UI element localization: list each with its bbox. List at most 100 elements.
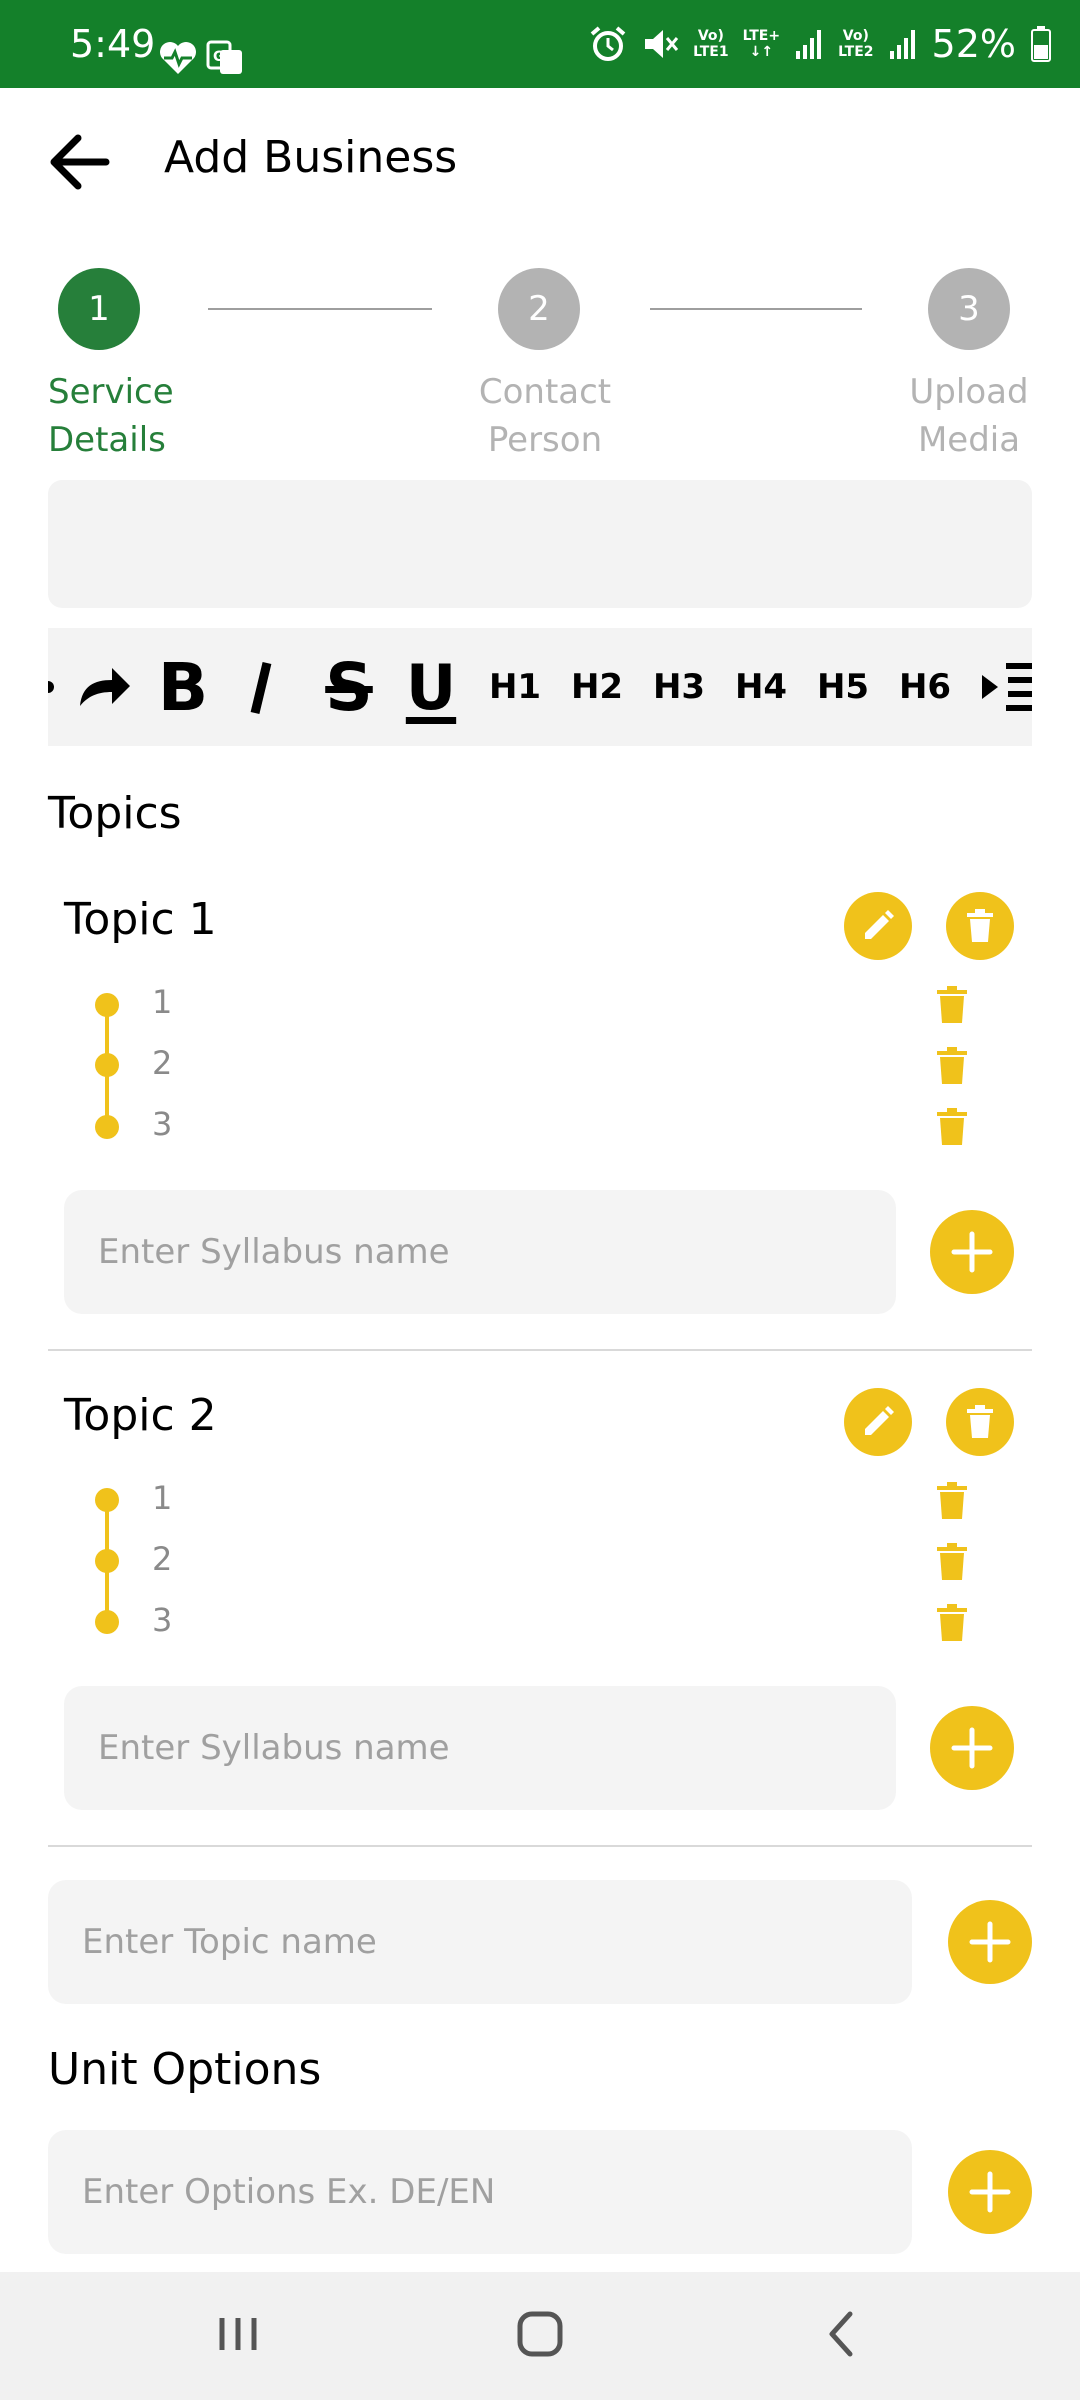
status-time: 5:49 xyxy=(70,22,156,66)
signal-icon xyxy=(889,30,915,59)
add-syllabus-button[interactable] xyxy=(930,1706,1014,1790)
italic-icon xyxy=(250,661,272,715)
step-3-circle[interactable]: 3 xyxy=(928,268,1010,350)
delete-syllabus-button[interactable] xyxy=(936,1543,968,1585)
description-editor[interactable] xyxy=(48,480,1032,608)
status-left-icons: G xyxy=(158,40,246,76)
trash-icon xyxy=(967,1405,993,1438)
lte1-indicator: Vo) LTE1 xyxy=(693,28,729,60)
battery-percent: 52% xyxy=(931,22,1016,66)
system-back-button[interactable] xyxy=(810,2302,874,2370)
indent-button[interactable] xyxy=(978,628,1032,746)
page-title: Add Business xyxy=(164,132,458,183)
delete-topic-button[interactable] xyxy=(946,892,1014,960)
plus-icon xyxy=(969,1921,1011,1963)
pencil-icon xyxy=(865,910,894,939)
svg-text:G: G xyxy=(213,49,225,65)
syllabus-bullet xyxy=(95,1488,119,1512)
topic-divider xyxy=(48,1349,1032,1351)
chevron-left-icon xyxy=(829,2311,853,2357)
signal-icon xyxy=(796,30,822,59)
syllabus-bullet xyxy=(95,1549,119,1573)
unit-options-input[interactable] xyxy=(48,2172,912,2212)
delete-syllabus-button[interactable] xyxy=(936,1047,968,1089)
syllabus-item: 3 xyxy=(152,1601,173,1639)
home-button[interactable] xyxy=(508,2302,572,2370)
heading-5-button[interactable]: H5 xyxy=(812,628,874,746)
edit-topic-button[interactable] xyxy=(844,1388,912,1456)
syllabus-item: 1 xyxy=(152,983,173,1021)
editor-toolbar: B S U H1 H2 H3 H4 H5 H6 xyxy=(48,628,1032,746)
unit-options-heading: Unit Options xyxy=(48,2044,322,2095)
strikethrough-icon: S xyxy=(325,648,373,726)
heading-4-button[interactable]: H4 xyxy=(730,628,792,746)
recents-icon xyxy=(219,2318,257,2350)
add-syllabus-button[interactable] xyxy=(930,1210,1014,1294)
home-icon xyxy=(517,2311,563,2357)
delete-syllabus-button[interactable] xyxy=(936,1108,968,1150)
underline-icon: U xyxy=(405,650,457,724)
status-right-icons: Vo) LTE1 LTE+ ↓↑ Vo) LTE2 52% xyxy=(589,14,1052,74)
indent-icon xyxy=(982,663,1032,711)
heading-2-button[interactable]: H2 xyxy=(566,628,628,746)
trash-icon xyxy=(967,909,993,942)
step-2-circle[interactable]: 2 xyxy=(498,268,580,350)
syllabus-name-field[interactable] xyxy=(64,1686,896,1810)
syllabus-name-field[interactable] xyxy=(64,1190,896,1314)
delete-syllabus-button[interactable] xyxy=(936,986,968,1028)
trash-icon xyxy=(937,1604,967,1641)
recents-button[interactable] xyxy=(206,2302,270,2370)
system-nav-bar xyxy=(0,2272,1080,2400)
syllabus-bullet xyxy=(95,1053,119,1077)
syllabus-item: 3 xyxy=(152,1105,173,1143)
bold-icon: B xyxy=(157,648,209,726)
heading-1-button[interactable]: H1 xyxy=(484,628,546,746)
step-1-circle[interactable]: 1 xyxy=(58,268,140,350)
add-unit-option-button[interactable] xyxy=(948,2150,1032,2234)
bold-button[interactable]: B xyxy=(152,628,214,746)
trash-icon xyxy=(937,1482,967,1519)
heading-6-button[interactable]: H6 xyxy=(894,628,956,746)
trash-icon xyxy=(937,986,967,1023)
topic-name-input[interactable] xyxy=(48,1922,912,1962)
redo-icon xyxy=(80,668,130,706)
topic-title: Topic 1 xyxy=(64,894,217,945)
redo-button[interactable] xyxy=(72,628,134,746)
syllabus-bullet xyxy=(95,993,119,1017)
syllabus-item: 2 xyxy=(152,1540,173,1578)
trash-icon xyxy=(937,1108,967,1145)
delete-syllabus-button[interactable] xyxy=(936,1604,968,1646)
step-connector xyxy=(208,308,432,310)
edit-topic-button[interactable] xyxy=(844,892,912,960)
lte-plus-indicator: LTE+ ↓↑ xyxy=(742,28,781,60)
delete-syllabus-button[interactable] xyxy=(936,1482,968,1524)
alarm-icon xyxy=(590,26,626,61)
add-topic-button[interactable] xyxy=(948,1900,1032,1984)
heart-monitor-icon xyxy=(160,42,196,74)
lte2-indicator: Vo) LTE2 xyxy=(838,28,874,60)
plus-icon xyxy=(951,1727,993,1769)
topic-name-field[interactable] xyxy=(48,1880,912,2004)
plus-icon xyxy=(969,2171,1011,2213)
topic-title: Topic 2 xyxy=(64,1390,217,1441)
step-1-label: Service Details xyxy=(48,372,174,460)
translate-icon: G xyxy=(206,40,242,74)
undo-button[interactable] xyxy=(48,628,58,746)
plus-icon xyxy=(951,1231,993,1273)
back-button[interactable] xyxy=(40,120,124,204)
syllabus-item: 2 xyxy=(152,1044,173,1082)
syllabus-name-input[interactable] xyxy=(64,1728,896,1768)
unit-options-field[interactable] xyxy=(48,2130,912,2254)
underline-button[interactable]: U xyxy=(398,628,464,746)
italic-button[interactable] xyxy=(234,628,296,746)
topic-divider xyxy=(48,1845,1032,1847)
strikethrough-button[interactable]: S xyxy=(314,628,384,746)
mute-icon xyxy=(645,30,679,58)
heading-3-button[interactable]: H3 xyxy=(648,628,710,746)
delete-topic-button[interactable] xyxy=(946,1388,1014,1456)
pencil-icon xyxy=(865,1406,894,1435)
status-bar: 5:49 G Vo) LTE1 LTE+ ↓↑ Vo) LTE2 52% xyxy=(0,0,1080,88)
syllabus-name-input[interactable] xyxy=(64,1232,896,1272)
step-3-label: Upload Media xyxy=(909,372,1029,460)
trash-icon xyxy=(937,1543,967,1580)
